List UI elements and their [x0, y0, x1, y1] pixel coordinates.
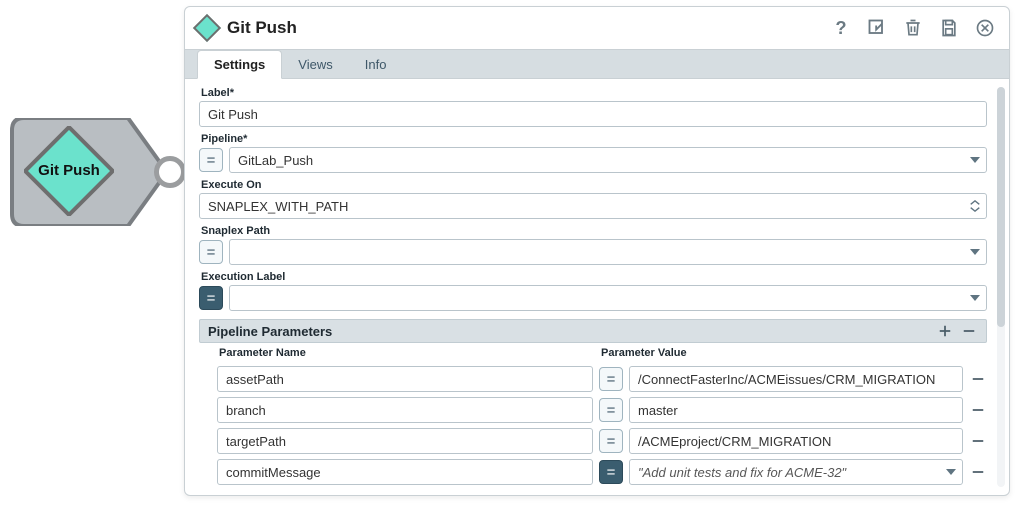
- param-name-input[interactable]: [217, 428, 593, 454]
- field-label-caption: Label*: [201, 87, 987, 99]
- pipeline-expression-toggle[interactable]: =: [199, 148, 223, 172]
- execution-label-input[interactable]: [229, 285, 987, 311]
- param-value-expression-toggle[interactable]: =: [599, 429, 623, 453]
- field-execute-on-caption: Execute On: [201, 179, 987, 191]
- field-execute-on: Execute On: [199, 179, 987, 219]
- label-input[interactable]: [199, 101, 987, 127]
- svg-text:?: ?: [835, 18, 846, 38]
- panel-title: Git Push: [227, 18, 297, 38]
- param-name-input[interactable]: [217, 459, 593, 485]
- add-param-button[interactable]: [936, 322, 954, 340]
- param-name-input[interactable]: [217, 366, 593, 392]
- field-pipeline-caption: Pipeline*: [201, 133, 987, 145]
- pipeline-input[interactable]: [229, 147, 987, 173]
- param-row-remove-button[interactable]: [969, 463, 987, 481]
- help-button[interactable]: ?: [829, 16, 853, 40]
- param-value-input[interactable]: [629, 366, 963, 392]
- pipeline-parameters-header: Pipeline Parameters: [199, 319, 987, 343]
- param-value-header: Parameter Value: [599, 345, 987, 361]
- param-row: =: [199, 428, 987, 454]
- snap-type-diamond-icon: [193, 14, 221, 42]
- param-row: =: [199, 397, 987, 423]
- param-row-remove-button[interactable]: [969, 370, 987, 388]
- copy-button[interactable]: [865, 16, 889, 40]
- execute-on-input[interactable]: [199, 193, 987, 219]
- remove-param-button[interactable]: [960, 322, 978, 340]
- tab-bar: Settings Views Info: [185, 49, 1009, 79]
- param-value-expression-toggle[interactable]: =: [599, 460, 623, 484]
- param-value-expression-toggle[interactable]: =: [599, 398, 623, 422]
- param-value-input[interactable]: [629, 397, 963, 423]
- close-button[interactable]: [973, 16, 997, 40]
- param-row-remove-button[interactable]: [969, 401, 987, 419]
- param-row: =: [199, 459, 987, 485]
- scrollbar-thumb[interactable]: [997, 87, 1005, 327]
- field-snaplex-path: Snaplex Path =: [199, 225, 987, 265]
- tab-views[interactable]: Views: [282, 51, 348, 78]
- stepper-icon[interactable]: [969, 200, 981, 212]
- field-pipeline: Pipeline* =: [199, 133, 987, 173]
- field-snaplex-path-caption: Snaplex Path: [201, 225, 987, 237]
- tab-settings[interactable]: Settings: [197, 50, 282, 79]
- snaplex-path-expression-toggle[interactable]: =: [199, 240, 223, 264]
- save-button[interactable]: [937, 16, 961, 40]
- property-panel: Git Push ? Settings Views Info: [184, 6, 1010, 496]
- field-label: Label*: [199, 87, 987, 127]
- delete-button[interactable]: [901, 16, 925, 40]
- snaplex-path-input[interactable]: [229, 239, 987, 265]
- pipeline-parameters-title: Pipeline Parameters: [208, 324, 332, 339]
- param-name-header: Parameter Name: [217, 345, 593, 361]
- settings-content: Label* Pipeline* =: [185, 79, 1009, 495]
- tab-info[interactable]: Info: [349, 51, 403, 78]
- execution-label-expression-toggle[interactable]: =: [199, 286, 223, 310]
- param-value-expression-toggle[interactable]: =: [599, 367, 623, 391]
- snap-label: Git Push: [24, 162, 114, 179]
- pipeline-parameters-grid: Parameter Name Parameter Value = = = =: [199, 345, 987, 485]
- panel-header: Git Push ?: [185, 7, 1009, 49]
- chevron-down-icon[interactable]: [945, 466, 957, 478]
- param-value-input[interactable]: [629, 459, 963, 485]
- chevron-down-icon[interactable]: [969, 246, 981, 258]
- param-name-input[interactable]: [217, 397, 593, 423]
- field-execution-label: Execution Label =: [199, 271, 987, 311]
- chevron-down-icon[interactable]: [969, 154, 981, 166]
- param-row: =: [199, 366, 987, 392]
- stage: Git Push Git Push ? Settings: [0, 0, 1024, 508]
- snap-node[interactable]: Git Push: [0, 112, 176, 232]
- chevron-down-icon[interactable]: [969, 292, 981, 304]
- field-execution-label-caption: Execution Label: [201, 271, 987, 283]
- param-row-remove-button[interactable]: [969, 432, 987, 450]
- param-value-input[interactable]: [629, 428, 963, 454]
- snap-output-connector[interactable]: [154, 156, 186, 188]
